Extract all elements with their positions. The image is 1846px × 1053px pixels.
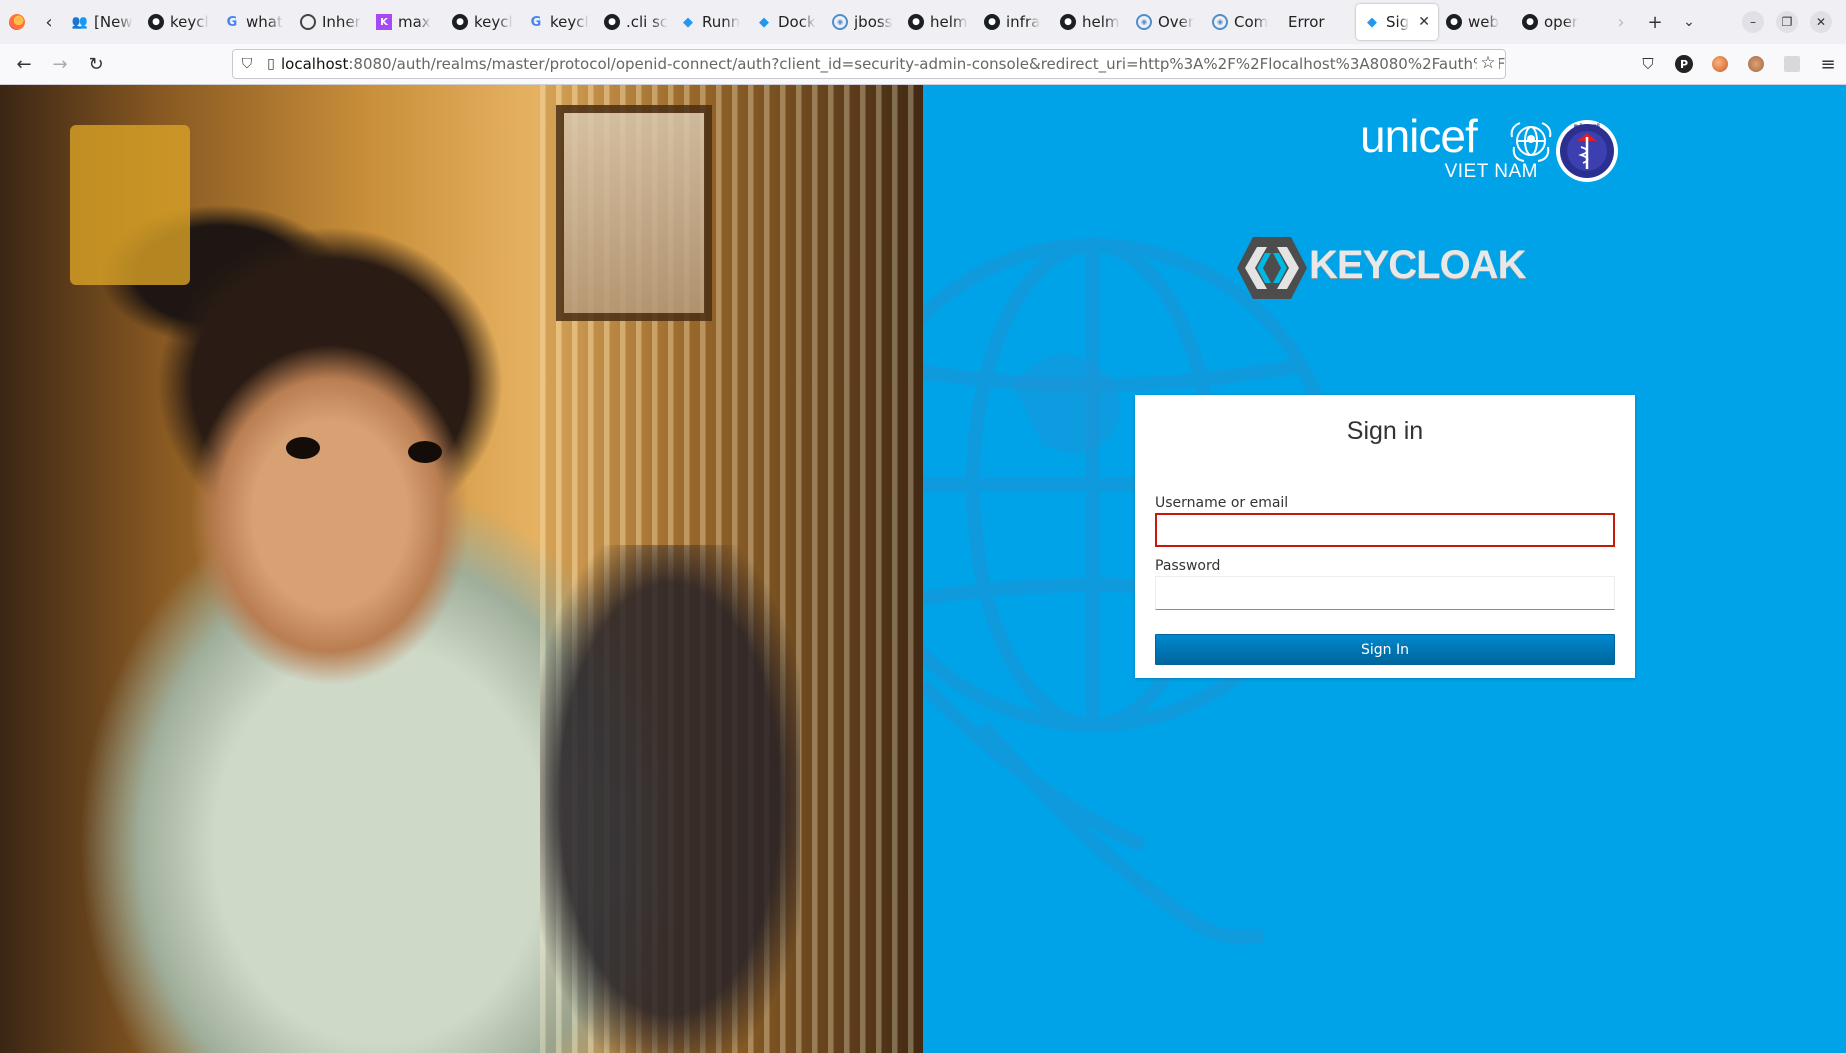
kotlin-icon: K [376, 14, 392, 30]
github-icon: ● [1060, 14, 1076, 30]
browser-tab[interactable]: ● infra [976, 4, 1052, 40]
username-input[interactable] [1155, 513, 1615, 547]
tab-scroll-left-icon[interactable]: ‹ [34, 12, 64, 33]
photo-detail [540, 545, 800, 1053]
sidebar-extension-icon[interactable] [1774, 56, 1810, 72]
list-all-tabs-icon[interactable]: ⌄ [1672, 14, 1706, 30]
profile-extension-icon[interactable]: P [1666, 55, 1702, 73]
photo-detail [70, 125, 190, 285]
extension-icon[interactable] [1738, 56, 1774, 72]
github-outline-icon [300, 14, 316, 30]
password-label: Password [1155, 558, 1221, 574]
close-tab-icon[interactable]: ✕ [1418, 14, 1430, 30]
browser-tab[interactable]: ◉ jboss [824, 4, 900, 40]
browser-tab[interactable]: Kmax [368, 4, 444, 40]
people-icon: 👥 [71, 14, 89, 30]
tab-bar: ‹ 👥 [New ● keycl Gwhat Inher Kmax ● keycl G… [0, 0, 1846, 44]
username-label: Username or email [1155, 495, 1289, 511]
url-bar[interactable]: ⛉ ▯ localhost:8080/auth/realms/master/pr… [232, 49, 1506, 79]
login-panel: unicef VIET NAM BỘ Y TẾ KEYCLOAK Sign in… [923, 85, 1846, 1053]
login-title: Sign in [1346, 417, 1424, 445]
browser-tab[interactable]: ● helm [900, 4, 976, 40]
cookie-extension-icon[interactable] [1702, 56, 1738, 72]
browser-tab[interactable]: ◉ Over [1128, 4, 1204, 40]
reload-icon[interactable]: ↻ [78, 54, 114, 75]
docker-icon: ◆ [683, 14, 693, 30]
login-card: Sign in Username or email Password Sign … [1135, 395, 1635, 678]
tabbar-controls: › + ⌄ – ❐ ✕ [1604, 0, 1846, 44]
github-icon: ● [148, 14, 164, 30]
browser-tab[interactable]: 👥 [New [64, 4, 140, 40]
github-icon: ● [604, 14, 620, 30]
ministry-of-health-emblem: BỘ Y TẾ [1556, 120, 1618, 182]
browser-tab[interactable]: ● oper [1514, 4, 1590, 40]
moh-emblem-text: BỘ Y TẾ [1574, 123, 1601, 131]
github-icon: ● [1522, 14, 1538, 30]
back-icon[interactable]: ← [6, 54, 42, 75]
photo-detail [286, 437, 320, 459]
keycloak-logo: KEYCLOAK [1235, 235, 1539, 301]
menu-icon[interactable]: ≡ [1810, 54, 1846, 75]
profile-initial: P [1675, 55, 1693, 73]
tab-scroll-right-icon[interactable]: › [1604, 12, 1638, 33]
minimize-icon[interactable]: – [1742, 11, 1764, 33]
keycloak-icon: ◉ [832, 14, 848, 30]
unicef-emblem-icon [1510, 122, 1552, 162]
page-content: unicef VIET NAM BỘ Y TẾ KEYCLOAK Sign in… [0, 85, 1846, 1053]
unicef-logo: unicef VIET NAM [1360, 110, 1560, 182]
google-icon: G [530, 14, 542, 30]
browser-tab[interactable]: ● keycl [444, 4, 520, 40]
unicef-country: VIET NAM [1444, 161, 1538, 182]
github-icon: ● [984, 14, 1000, 30]
browser-tab[interactable]: Error [1280, 4, 1356, 40]
browser-tab[interactable]: ◆ Runn [672, 4, 748, 40]
pocket-icon[interactable]: ⛉ [1630, 55, 1666, 73]
url-path: :8080/auth/realms/master/protocol/openid… [348, 55, 1505, 73]
close-window-icon[interactable]: ✕ [1810, 11, 1832, 33]
new-tab-icon[interactable]: + [1638, 12, 1672, 33]
forward-icon[interactable]: → [42, 54, 78, 75]
page-icon[interactable]: ▯ [261, 56, 281, 72]
browser-tab[interactable]: ● keycl [140, 4, 216, 40]
photo-detail [408, 441, 442, 463]
browser-tab[interactable]: ● helm [1052, 4, 1128, 40]
browser-tab-active[interactable]: ◆ Sig ✕ [1356, 4, 1438, 40]
keycloak-icon: ◉ [1212, 14, 1228, 30]
firefox-view-icon[interactable] [0, 14, 34, 30]
navigation-toolbar: ← → ↻ ⛉ ▯ localhost:8080/auth/realms/mas… [0, 44, 1846, 85]
url-host: localhost [281, 55, 349, 73]
docker-icon: ◆ [759, 14, 769, 30]
browser-tab[interactable]: ◉ Com [1204, 4, 1280, 40]
keycloak-mark-icon [1237, 237, 1307, 299]
password-input[interactable] [1155, 576, 1615, 610]
photo-detail [556, 105, 712, 321]
browser-tab[interactable]: Gwhat [216, 4, 292, 40]
browser-tab[interactable]: ● web [1438, 4, 1514, 40]
github-icon: ● [452, 14, 468, 30]
sign-in-button[interactable]: Sign In [1155, 634, 1615, 665]
github-icon: ● [908, 14, 924, 30]
restore-icon[interactable]: ❐ [1776, 11, 1798, 33]
browser-tab[interactable]: Inher [292, 4, 368, 40]
docker-icon: ◆ [1367, 14, 1377, 30]
keycloak-wordmark: KEYCLOAK [1309, 243, 1526, 287]
toolbar-right: ⛉ P ≡ [1630, 44, 1846, 84]
github-icon: ● [1446, 14, 1462, 30]
browser-tab[interactable]: Gkeycl [520, 4, 596, 40]
keycloak-icon: ◉ [1136, 14, 1152, 30]
shield-icon[interactable]: ⛉ [233, 56, 261, 72]
background-photo [0, 85, 923, 1053]
browser-tab[interactable]: ◆ Dock [748, 4, 824, 40]
google-icon: G [226, 14, 238, 30]
unicef-wordmark: unicef [1360, 110, 1478, 162]
browser-tab[interactable]: ● .cli sc [596, 4, 672, 40]
bookmark-star-icon[interactable]: ☆ [1477, 53, 1499, 73]
